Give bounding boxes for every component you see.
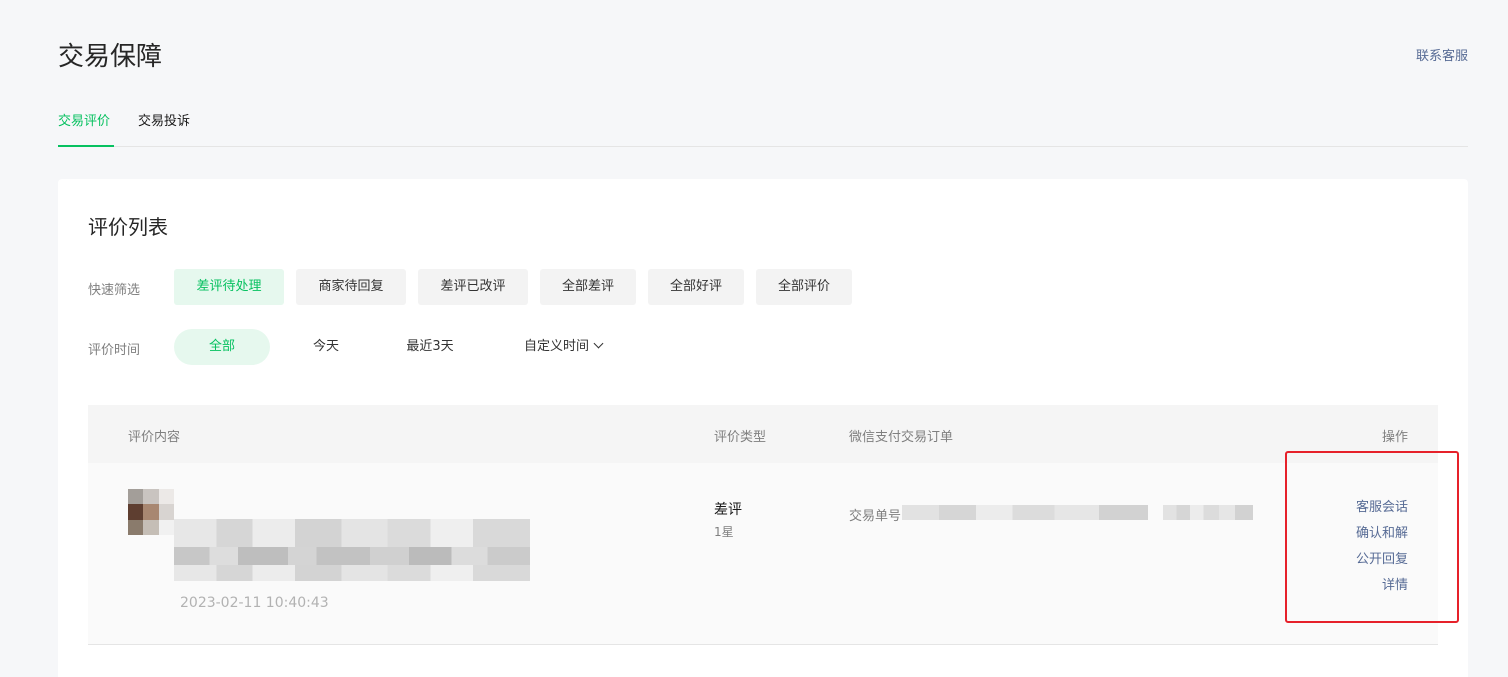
- review-timestamp: 2023-02-11 10:40:43: [180, 595, 329, 611]
- table-header: 评价内容 评价类型 微信支付交易订单 操作: [88, 405, 1438, 463]
- filter-negative-changed[interactable]: 差评已改评: [418, 269, 528, 305]
- table-row: 2023-02-11 10:40:43 差评 1星 交易单号 客服会话 确认和解…: [88, 463, 1438, 645]
- details-link[interactable]: 详情: [1356, 573, 1408, 599]
- customer-chat-link[interactable]: 客服会话: [1356, 495, 1408, 521]
- tab-transaction-review[interactable]: 交易评价: [58, 110, 110, 129]
- time-filter-row: 评价时间 全部 今天 最近3天 自定义时间: [88, 329, 688, 365]
- contact-service-link[interactable]: 联系客服: [1416, 45, 1468, 64]
- tab-transaction-complaint[interactable]: 交易投诉: [138, 110, 190, 129]
- time-custom-label: 自定义时间: [523, 339, 589, 354]
- row-actions: 客服会话 确认和解 公开回复 详情: [1356, 495, 1408, 599]
- time-last-3-days[interactable]: 最近3天: [382, 329, 478, 365]
- active-tab-indicator: [58, 145, 114, 147]
- page: 交易保障 联系客服 交易评价 交易投诉 评价列表 快速筛选 差评待处理 商家待回…: [0, 0, 1508, 677]
- card-title: 评价列表: [88, 215, 168, 239]
- time-today[interactable]: 今天: [278, 329, 374, 365]
- review-type: 差评: [714, 502, 742, 518]
- public-reply-link[interactable]: 公开回复: [1356, 547, 1408, 573]
- column-review-content: 评价内容: [128, 430, 181, 445]
- review-list-card: 评价列表 快速筛选 差评待处理 商家待回复 差评已改评 全部差评 全部好评 全部…: [58, 179, 1468, 677]
- filter-all-positive[interactable]: 全部好评: [648, 269, 744, 305]
- filter-pending-negative[interactable]: 差评待处理: [174, 269, 284, 305]
- time-all[interactable]: 全部: [174, 329, 270, 365]
- column-actions: 操作: [1381, 430, 1408, 445]
- filter-awaiting-reply[interactable]: 商家待回复: [296, 269, 406, 305]
- order-number-label: 交易单号: [849, 509, 902, 524]
- column-wechat-order: 微信支付交易订单: [849, 430, 954, 445]
- masked-order-number: [902, 505, 1148, 520]
- page-title: 交易保障: [58, 42, 163, 72]
- confirm-settlement-link[interactable]: 确认和解: [1356, 521, 1408, 547]
- masked-order-number-suffix: [1163, 505, 1253, 520]
- tab-bar: 交易评价 交易投诉: [58, 98, 1468, 147]
- time-filter-label: 评价时间: [88, 343, 141, 358]
- review-table: 评价内容 评价类型 微信支付交易订单 操作 2023-02-11 10:40:4…: [88, 405, 1438, 645]
- review-stars: 1星: [714, 525, 734, 539]
- chevron-down-icon: [593, 338, 604, 349]
- filter-all-reviews[interactable]: 全部评价: [756, 269, 852, 305]
- filter-all-negative[interactable]: 全部差评: [540, 269, 636, 305]
- avatar: [128, 489, 174, 535]
- quick-filter-row: 快速筛选 差评待处理 商家待回复 差评已改评 全部差评 全部好评 全部评价: [88, 269, 888, 305]
- column-review-type: 评价类型: [714, 430, 767, 445]
- quick-filter-label: 快速筛选: [88, 283, 141, 298]
- time-custom-dropdown[interactable]: 自定义时间: [498, 329, 628, 365]
- blurred-review-text: [174, 519, 530, 581]
